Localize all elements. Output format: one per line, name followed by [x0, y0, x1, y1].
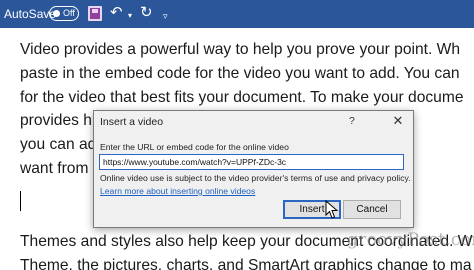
undo-dropdown-icon[interactable]: ▾	[128, 7, 132, 25]
close-icon[interactable]: ✕	[388, 113, 408, 129]
undo-icon[interactable]: ↶	[110, 4, 123, 22]
redo-icon[interactable]: ↻	[140, 4, 153, 22]
autosave-toggle[interactable]: Off	[49, 6, 79, 21]
doc-line: for the video that best fits your docume…	[20, 88, 464, 106]
text-cursor	[20, 191, 21, 211]
terms-note: Online video use is subject to the video…	[100, 173, 411, 183]
cancel-button[interactable]: Cancel	[343, 200, 401, 219]
customize-toolbar-icon[interactable]: ▿	[163, 7, 168, 25]
help-icon[interactable]: ?	[349, 115, 355, 127]
toggle-knob-icon	[53, 10, 60, 17]
mouse-pointer-icon	[325, 200, 339, 219]
doc-line: Theme, the pictures, charts, and SmartAr…	[20, 256, 472, 270]
url-label: Enter the URL or embed code for the onli…	[100, 142, 289, 152]
watermark: groovyPost.com	[347, 230, 474, 250]
insert-video-dialog: Insert a video ? ✕ Enter the URL or embe…	[93, 110, 414, 228]
dialog-title: Insert a video	[100, 116, 164, 128]
doc-line: Video provides a powerful way to help yo…	[20, 41, 461, 58]
doc-line: paste in the embed code for the video yo…	[20, 64, 460, 82]
learn-more-link[interactable]: Learn more about inserting online videos	[100, 186, 255, 196]
quick-access-toolbar: AutoSave Off ↶ ▾ ↻ ▿	[0, 0, 474, 28]
video-url-input[interactable]	[99, 154, 404, 170]
autosave-state: Off	[63, 8, 75, 18]
save-icon[interactable]	[88, 6, 102, 21]
